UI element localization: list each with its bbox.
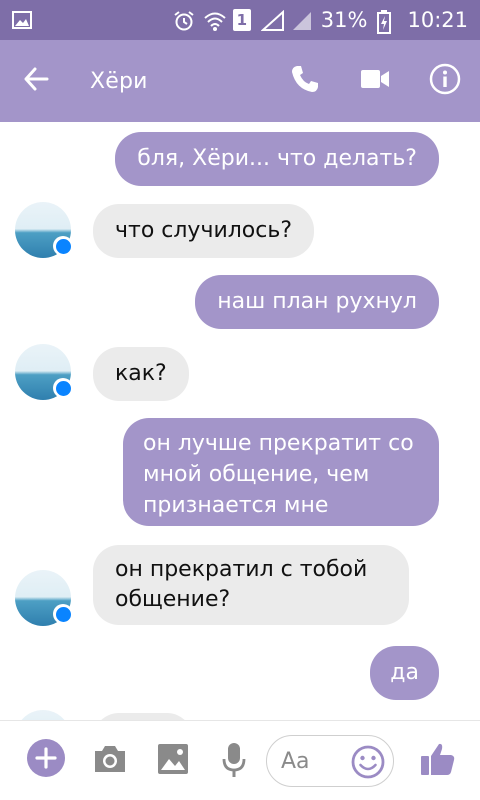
clock: 10:21 [407,8,468,32]
sim-icon: 1 [232,9,251,31]
outgoing-message[interactable]: наш план рухнул [195,275,439,329]
incoming-message[interactable]: что случилось? [93,204,314,258]
info-button[interactable] [410,40,480,122]
video-camera-icon [360,68,390,94]
battery-percent: 31% [320,8,368,32]
back-button[interactable] [0,40,72,122]
status-bar: 1 31% 10:21 [0,0,480,40]
phone-icon [290,64,320,98]
alarm-icon [173,10,194,31]
messenger-icon [53,378,73,398]
outgoing-message[interactable]: он лучше прекратит со мной общение, чем … [123,418,439,526]
voice-message-button[interactable] [218,743,250,781]
image-icon [12,10,32,30]
battery-charging-icon [377,10,397,34]
message-input-field[interactable] [266,735,394,787]
avatar-image [15,710,71,720]
message-list[interactable]: бля, Хёри... что делать? что случилось? … [0,122,480,720]
signal-icon [291,10,311,30]
like-button[interactable] [418,741,458,781]
microphone-icon [222,742,246,782]
conversation-header: Хёри [0,40,480,122]
outgoing-message[interactable]: бля, Хёри... что делать? [115,132,439,186]
emoji-icon[interactable] [351,745,385,779]
contact-avatar[interactable] [15,570,73,626]
voice-call-button[interactable] [270,40,340,122]
outgoing-message[interactable]: да [370,646,439,700]
incoming-message[interactable]: как? [93,347,189,401]
gallery-icon [157,743,189,779]
camera-icon [92,744,128,778]
message-composer [0,720,480,800]
message-input[interactable] [281,748,341,774]
gallery-button[interactable] [155,743,191,779]
more-actions-button[interactable] [26,738,66,782]
plus-icon [26,738,66,782]
messenger-icon [53,604,73,624]
back-arrow-icon [23,66,49,96]
contact-name[interactable]: Хёри [90,69,270,94]
signal-icon [260,9,284,31]
incoming-message[interactable]: он прекратил с тобой общение? [93,545,409,625]
incoming-message-partial [93,713,193,720]
messenger-icon [53,236,73,256]
wifi-icon [203,10,226,31]
camera-button[interactable] [92,743,128,779]
video-call-button[interactable] [340,40,410,122]
contact-avatar[interactable] [15,344,73,400]
info-icon [429,63,461,99]
contact-avatar[interactable] [15,202,73,258]
thumbs-up-icon [420,741,456,781]
